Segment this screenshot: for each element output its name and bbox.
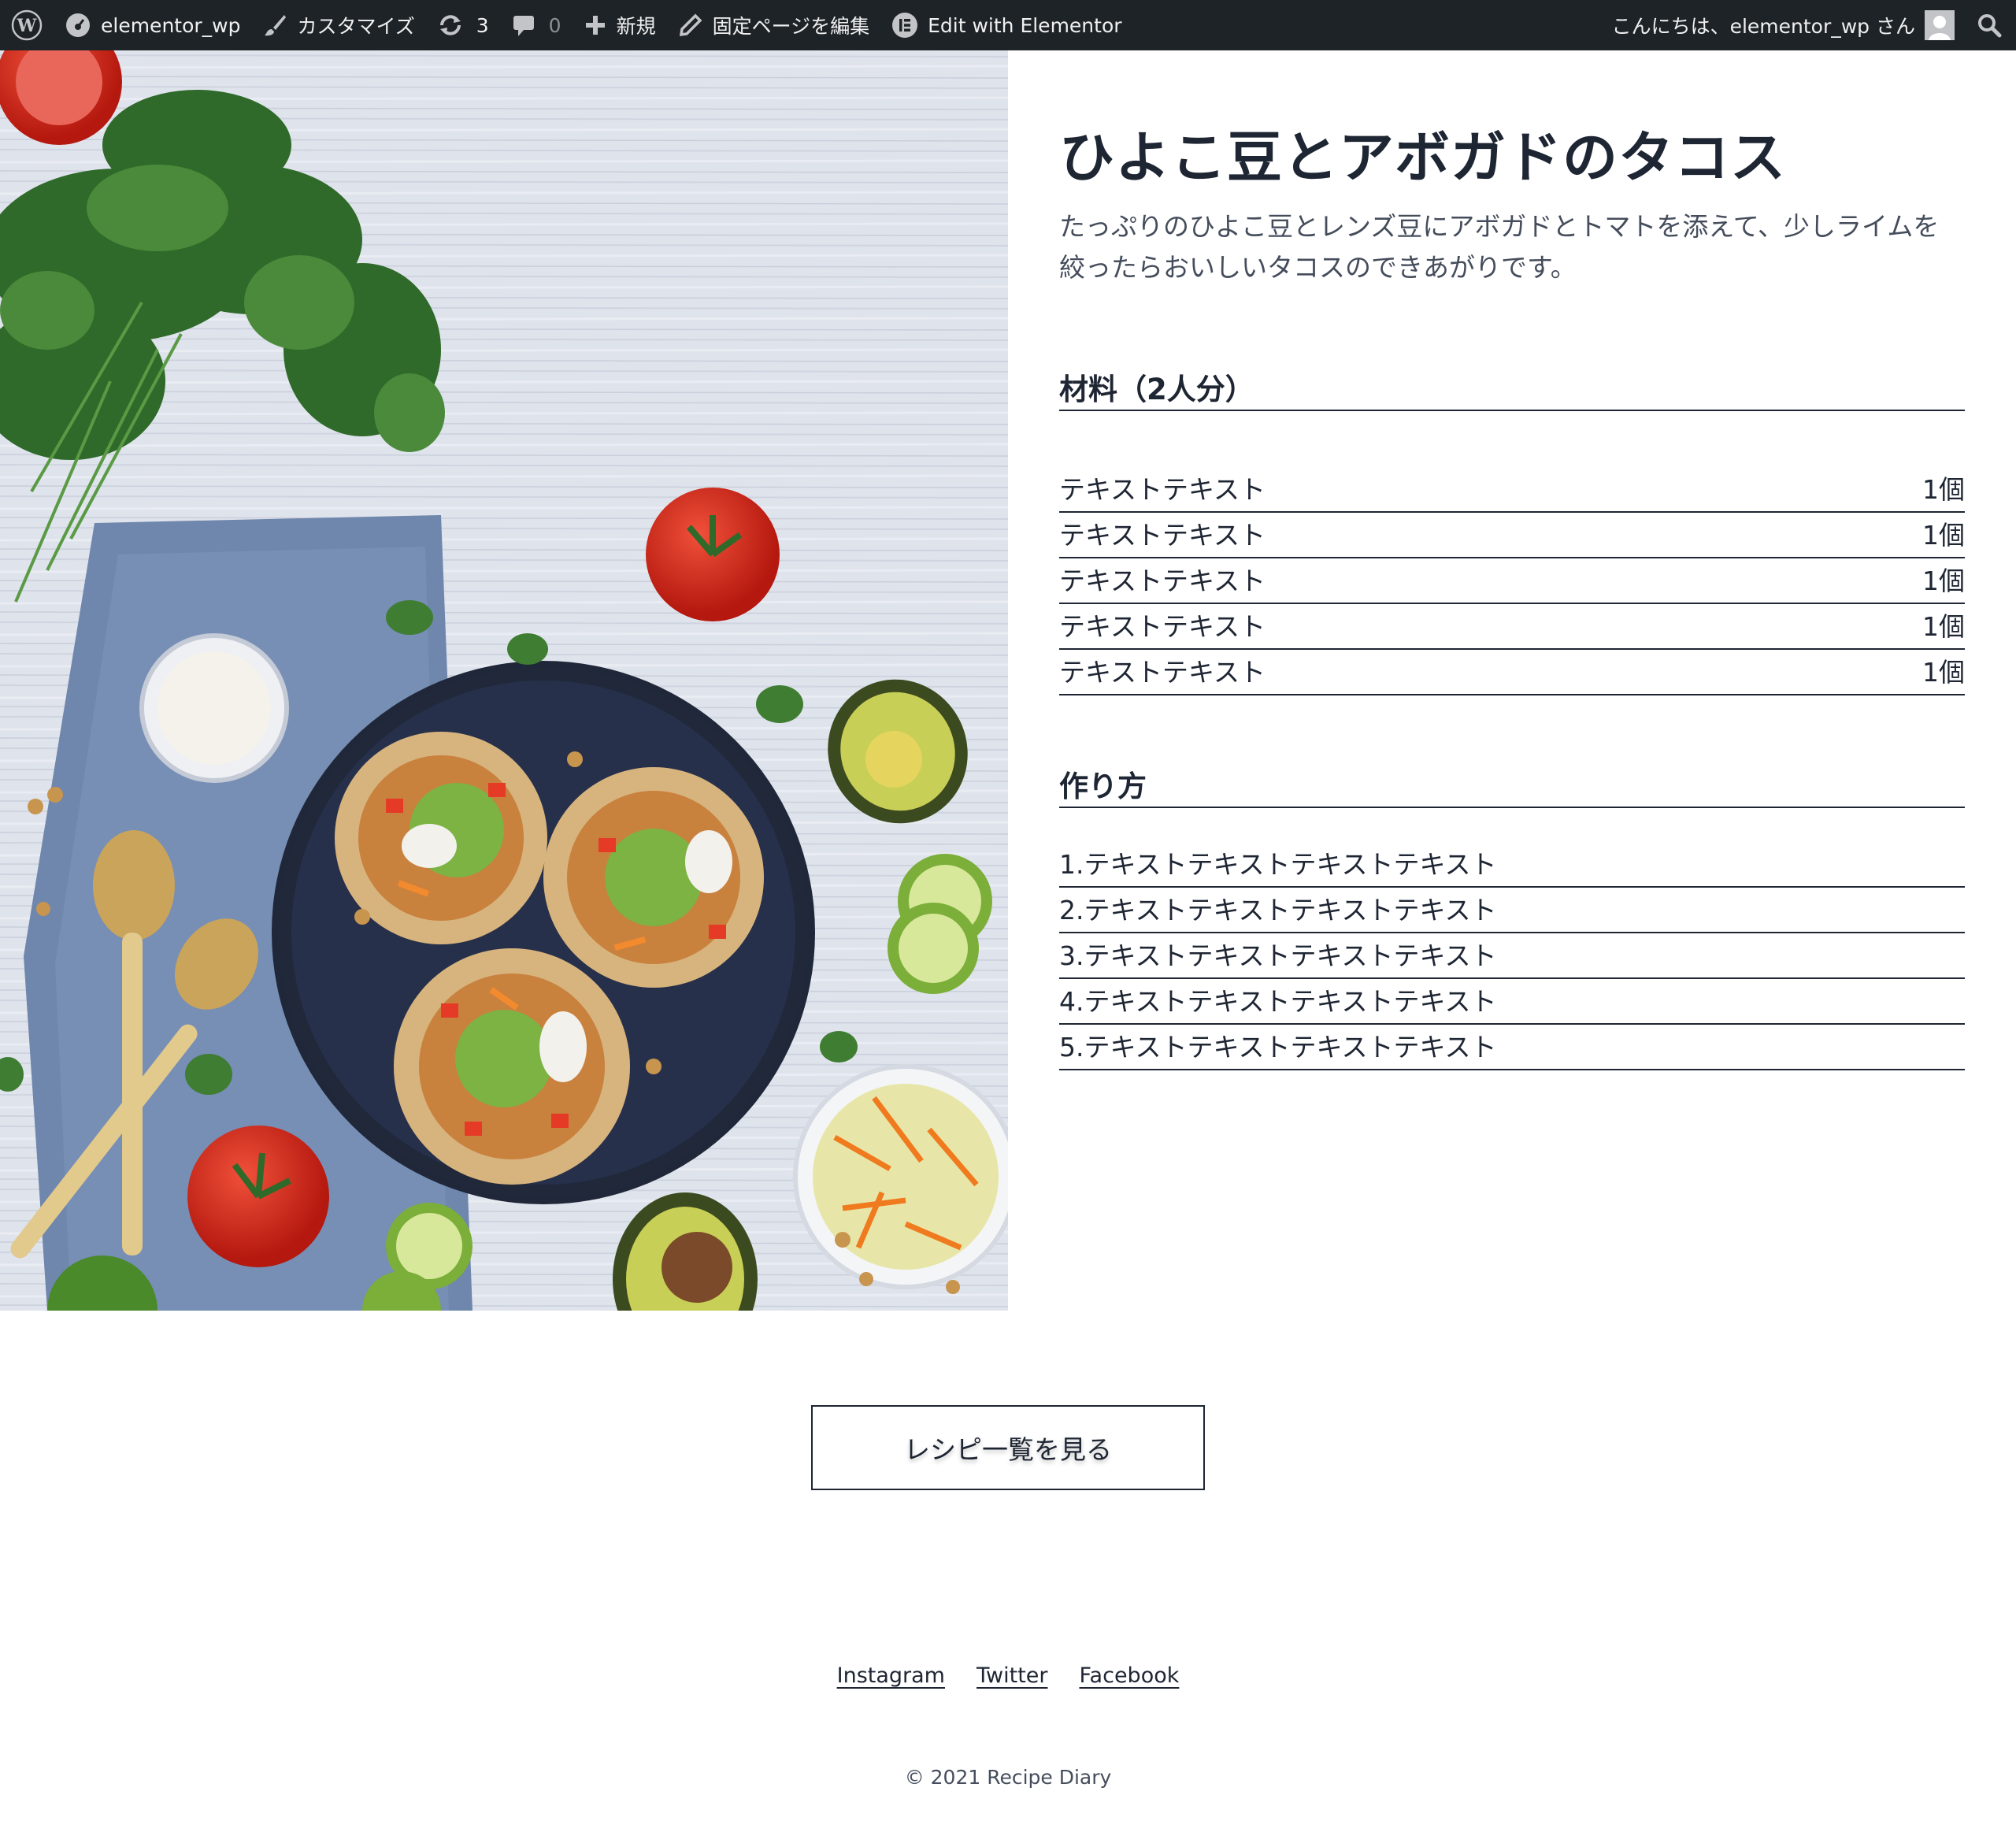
social-links: Instagram Twitter Facebook xyxy=(0,1663,2016,1688)
edit-page-link[interactable]: 固定ページを編集 xyxy=(667,0,881,50)
user-greeting: こんにちは、elementor_wp さん xyxy=(1611,15,1915,38)
steps-heading: 作り方 xyxy=(1059,761,1965,808)
customize-label: カスタマイズ xyxy=(297,15,415,38)
ingredients-heading: 材料（2人分） xyxy=(1059,364,1965,411)
step-row: 5.テキストテキストテキストテキスト xyxy=(1059,1025,1965,1070)
new-content-label: 新規 xyxy=(616,15,656,38)
ingredients-list: テキストテキスト 1個 テキストテキスト 1個 テキストテキスト 1個 テキスト… xyxy=(1059,467,1965,695)
ingredient-quantity: 1個 xyxy=(1922,474,1965,505)
ingredient-quantity: 1個 xyxy=(1922,657,1965,688)
comments-link[interactable]: 0 xyxy=(500,0,573,50)
ingredient-quantity: 1個 xyxy=(1922,566,1965,596)
svg-text:W: W xyxy=(17,16,37,36)
ingredient-row: テキストテキスト 1個 xyxy=(1059,650,1965,695)
ingredient-name: テキストテキスト xyxy=(1059,657,1266,688)
page-title: ひよこ豆とアボガドのタコス xyxy=(1059,125,1786,190)
step-text: 3.テキストテキストテキストテキスト xyxy=(1059,940,1497,971)
site-name-label: elementor_wp xyxy=(101,13,241,37)
step-text: 4.テキストテキストテキストテキスト xyxy=(1059,986,1497,1017)
edit-with-elementor-link[interactable]: Edit with Elementor xyxy=(880,0,1132,50)
updates-icon xyxy=(437,12,464,39)
ingredient-row: テキストテキスト 1個 xyxy=(1059,604,1965,650)
customize-link[interactable]: カスタマイズ xyxy=(251,0,425,50)
twitter-link[interactable]: Twitter xyxy=(976,1663,1048,1688)
ingredient-row: テキストテキスト 1個 xyxy=(1059,467,1965,513)
comments-count: 0 xyxy=(548,13,561,37)
step-text: 5.テキストテキストテキストテキスト xyxy=(1059,1032,1497,1063)
paintbrush-icon xyxy=(262,13,287,38)
admin-bar: W elementor_wp カスタマイズ 3 0 新規 固定ページを編集 Ed… xyxy=(0,0,2016,50)
edit-with-elementor-label: Edit with Elementor xyxy=(928,13,1122,37)
new-content-link[interactable]: 新規 xyxy=(573,0,667,50)
ingredient-quantity: 1個 xyxy=(1922,611,1965,642)
dashboard-icon xyxy=(65,12,91,39)
elementor-logo-icon xyxy=(891,12,918,39)
view-recipe-list-button[interactable]: レシピ一覧を見る xyxy=(811,1405,1205,1490)
comment-bubble-icon xyxy=(511,13,536,38)
step-text: 2.テキストテキストテキストテキスト xyxy=(1059,895,1497,925)
ingredient-quantity: 1個 xyxy=(1922,520,1965,551)
step-row: 2.テキストテキストテキストテキスト xyxy=(1059,888,1965,933)
updates-link[interactable]: 3 xyxy=(426,0,500,50)
wordpress-logo-button[interactable]: W xyxy=(0,0,54,50)
updates-count: 3 xyxy=(476,13,489,37)
recipe-hero-image xyxy=(0,50,1008,1311)
step-row: 3.テキストテキストテキストテキスト xyxy=(1059,933,1965,979)
plus-icon xyxy=(584,13,607,37)
step-row: 1.テキストテキストテキストテキスト xyxy=(1059,842,1965,888)
admin-search-button[interactable] xyxy=(1966,0,2016,50)
edit-page-label: 固定ページを編集 xyxy=(712,15,870,38)
facebook-link[interactable]: Facebook xyxy=(1080,1663,1180,1688)
ingredient-row: テキストテキスト 1個 xyxy=(1059,513,1965,558)
user-account-menu[interactable]: こんにちは、elementor_wp さん xyxy=(1601,0,1966,50)
ingredient-name: テキストテキスト xyxy=(1059,566,1266,596)
pencil-icon xyxy=(678,13,703,38)
step-row: 4.テキストテキストテキストテキスト xyxy=(1059,979,1965,1025)
ingredient-name: テキストテキスト xyxy=(1059,520,1266,551)
search-icon xyxy=(1977,13,2002,38)
steps-list: 1.テキストテキストテキストテキスト 2.テキストテキストテキストテキスト 3.… xyxy=(1059,842,1965,1070)
step-text: 1.テキストテキストテキストテキスト xyxy=(1059,849,1497,880)
ingredient-name: テキストテキスト xyxy=(1059,611,1266,642)
ingredient-row: テキストテキスト 1個 xyxy=(1059,558,1965,604)
avatar xyxy=(1925,10,1955,40)
user-avatar-icon xyxy=(1925,10,1955,40)
wordpress-logo-icon: W xyxy=(11,9,43,41)
ingredient-name: テキストテキスト xyxy=(1059,474,1266,505)
copyright-text: © 2021 Recipe Diary xyxy=(904,1766,1112,1789)
instagram-link[interactable]: Instagram xyxy=(837,1663,945,1688)
recipe-description: たっぷりのひよこ豆とレンズ豆にアボガドとトマトを添えて、少しライムを絞ったらおい… xyxy=(1059,211,1940,283)
site-name-link[interactable]: elementor_wp xyxy=(54,0,251,50)
